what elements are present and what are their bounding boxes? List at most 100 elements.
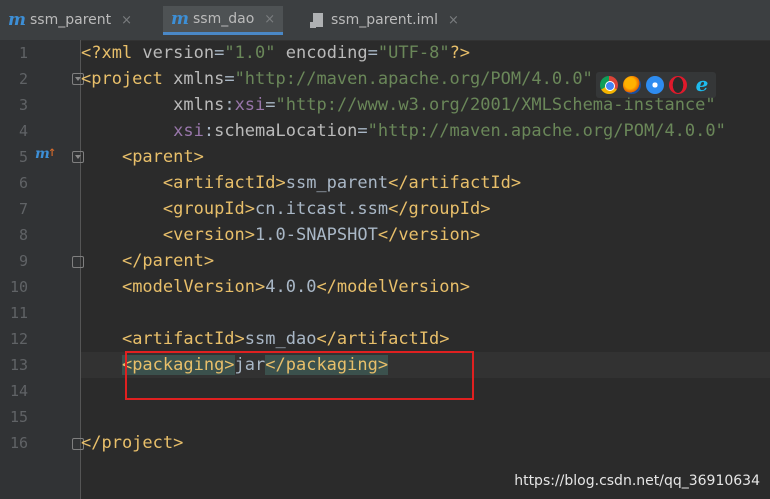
xml-attr: xmlns	[173, 69, 225, 89]
close-icon[interactable]: ×	[448, 13, 459, 28]
xml-space	[276, 43, 286, 63]
line-number: 9	[18, 252, 28, 270]
line-number: 16	[9, 434, 28, 452]
code-line: xsi:schemaLocation="http://maven.apache.…	[81, 118, 770, 144]
tab-ssm-parent-iml[interactable]: ssm_parent.iml ×	[305, 6, 467, 34]
line-number: 11	[9, 304, 28, 322]
firefox-icon[interactable]	[623, 76, 641, 94]
line-number: 8	[18, 226, 28, 244]
ie-icon[interactable]: e	[692, 74, 712, 95]
editor-tab-bar: m ssm_parent × m ssm_dao × ssm_parent.im…	[0, 0, 770, 41]
xml-tag: </parent>	[121, 251, 215, 271]
file-icon	[310, 13, 323, 28]
line-number-gutter: 1 2 3 4 5 6 7 8 9 10 11 12 13 14 15 16 m…	[0, 40, 84, 499]
line-number: 1	[18, 44, 28, 62]
xml-tag: </modelVersion>	[316, 277, 470, 297]
code-line: <parent>	[81, 144, 770, 170]
xml-namespace: xsi	[234, 95, 266, 115]
code-line: </parent>	[81, 248, 770, 274]
close-icon[interactable]: ×	[264, 12, 275, 27]
code-line: <artifactId>ssm_parent</artifactId>	[81, 170, 770, 196]
xml-value: "UTF-8"	[377, 43, 450, 63]
opera-icon[interactable]	[669, 76, 687, 94]
tab-ssm-parent[interactable]: m ssm_parent ×	[0, 6, 140, 34]
xml-colon: :	[203, 121, 215, 141]
annotation-highlight-box	[125, 351, 474, 400]
maven-icon: m	[171, 9, 189, 29]
code-line: <?xml version="1.0" encoding="UTF-8"?>	[81, 40, 770, 66]
xml-namespace: xsi	[173, 121, 204, 141]
xml-attr: xmlns	[173, 95, 225, 115]
xml-equals: =	[224, 69, 235, 89]
chrome-icon[interactable]	[600, 76, 618, 94]
code-editor[interactable]: <?xml version="1.0" encoding="UTF-8"?> <…	[81, 40, 770, 499]
tab-label: ssm_parent	[30, 12, 112, 28]
xml-value: "http://maven.apache.org/POM/4.0.0"	[367, 121, 726, 141]
code-line: <artifactId>ssm_dao</artifactId>	[81, 326, 770, 352]
xml-equals: =	[357, 121, 368, 141]
watermark: https://blog.csdn.net/qq_36910634	[514, 473, 760, 489]
line-number: 3	[18, 96, 28, 114]
code-line: </project>	[81, 430, 770, 456]
xml-tag: </groupId>	[388, 199, 491, 219]
xml-declaration-end: ?>	[449, 43, 471, 63]
tab-ssm-dao[interactable]: m ssm_dao ×	[163, 6, 284, 35]
xml-equals: =	[367, 43, 378, 63]
xml-attr: version	[142, 43, 215, 63]
xml-tag: <project	[81, 69, 174, 89]
xml-tag: <artifactId>	[121, 329, 245, 349]
xml-text: ssm_dao	[244, 329, 317, 349]
xml-attr: encoding	[285, 43, 368, 63]
xml-equals: =	[265, 95, 276, 115]
line-number: 7	[18, 200, 28, 218]
code-line: <version>1.0-SNAPSHOT</version>	[81, 222, 770, 248]
xml-text: ssm_parent	[285, 173, 389, 193]
line-number: 2	[18, 70, 28, 88]
tab-label: ssm_parent.iml	[331, 12, 438, 28]
xml-attr: schemaLocation	[214, 121, 358, 141]
tab-label: ssm_dao	[193, 11, 255, 27]
line-number: 12	[9, 330, 28, 348]
code-line: <modelVersion>4.0.0</modelVersion>	[81, 274, 770, 300]
xml-colon: :	[224, 95, 235, 115]
xml-tag: </project>	[81, 433, 184, 453]
line-number: 6	[18, 174, 28, 192]
browser-preview-bar: e	[596, 72, 716, 98]
xml-value: "1.0"	[224, 43, 276, 63]
line-number: 15	[9, 408, 28, 426]
line-number: 5	[18, 148, 28, 166]
xml-declaration: <?xml	[81, 43, 143, 63]
xml-equals: =	[214, 43, 225, 63]
line-number: 14	[9, 382, 28, 400]
xml-text: cn.itcast.ssm	[255, 199, 389, 219]
xml-tag: <version>	[162, 225, 256, 245]
close-icon[interactable]: ×	[121, 13, 132, 28]
xml-tag: <modelVersion>	[121, 277, 266, 297]
navigate-up-arrow-icon[interactable]: ↑	[48, 144, 56, 160]
xml-tag: </version>	[377, 225, 481, 245]
xml-value: "http://maven.apache.org/POM/4.0.0"	[234, 69, 593, 89]
xml-value: "http://www.w3.org/2001/XMLSchema-instan…	[275, 95, 716, 115]
xml-tag: </artifactId>	[388, 173, 522, 193]
line-number: 13	[9, 356, 28, 374]
xml-tag: </artifactId>	[316, 329, 450, 349]
xml-text: 4.0.0	[265, 277, 317, 297]
xml-text: 1.0-SNAPSHOT	[255, 225, 378, 245]
line-number: 4	[18, 122, 28, 140]
line-number: 10	[9, 278, 28, 296]
xml-tag: <artifactId>	[162, 173, 286, 193]
safari-icon[interactable]	[646, 76, 664, 94]
xml-tag: <groupId>	[162, 199, 256, 219]
code-line: <groupId>cn.itcast.ssm</groupId>	[81, 196, 770, 222]
maven-icon: m	[8, 10, 26, 30]
